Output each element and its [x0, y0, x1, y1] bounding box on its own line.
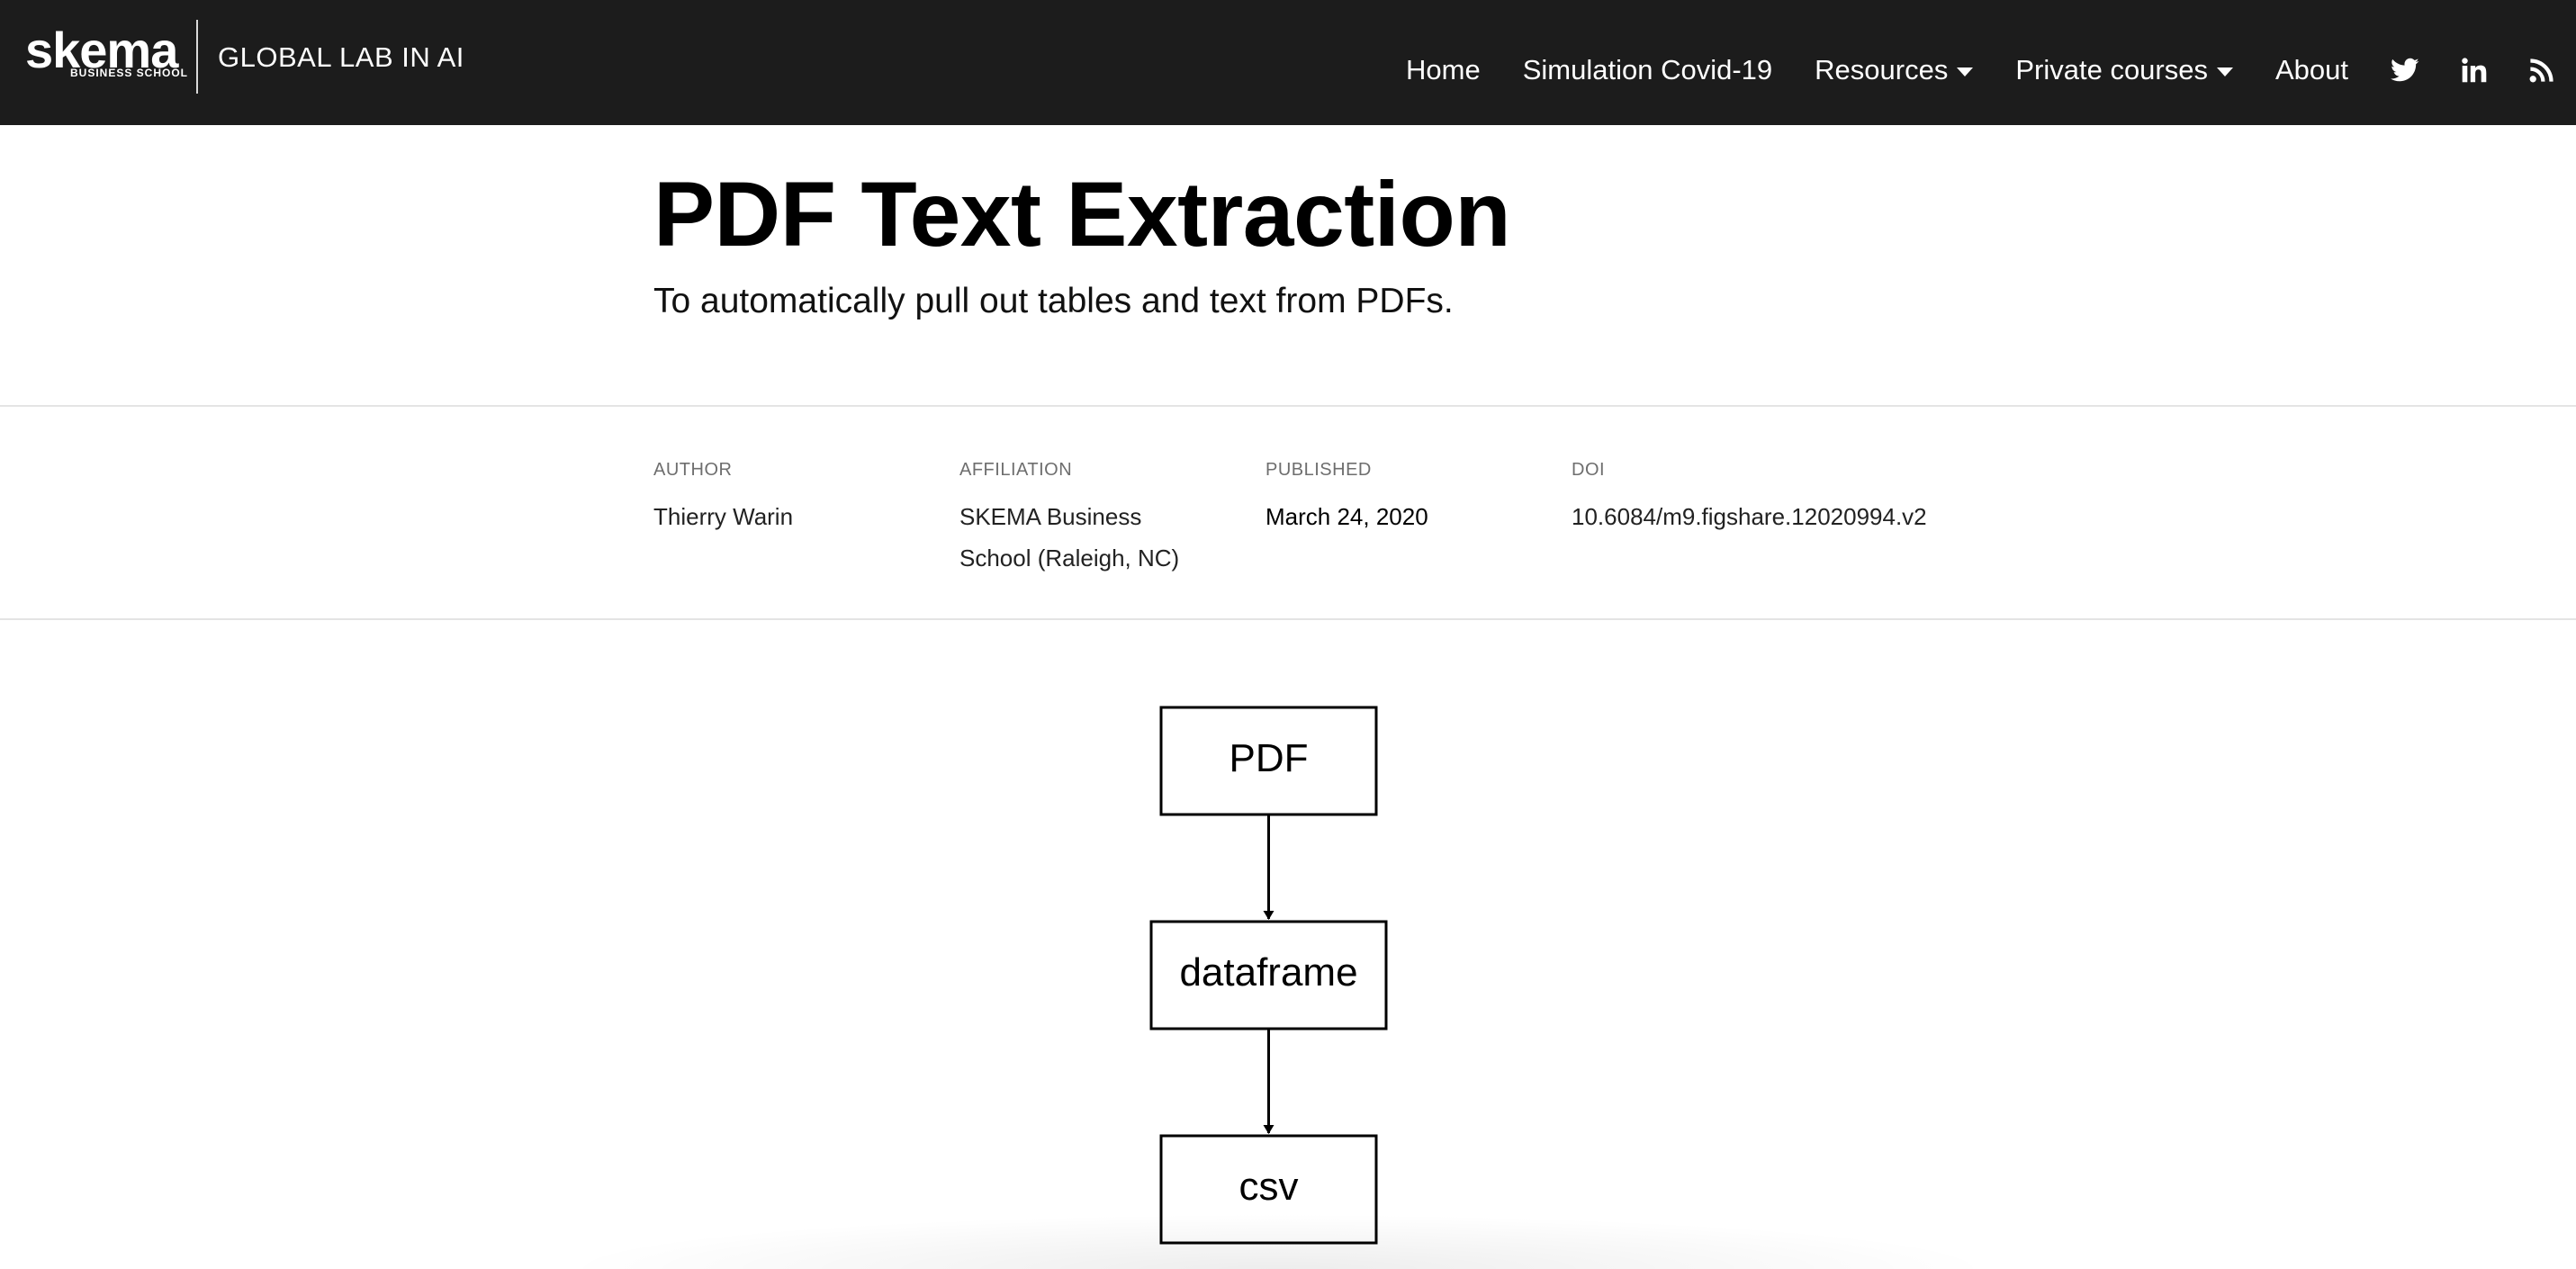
- caret-down-icon: [1957, 68, 1974, 76]
- nav-about-label: About: [2274, 54, 2348, 86]
- byline: AUTHOR Thierry Warin AFFILIATION SKEMA B…: [653, 458, 1927, 579]
- content-card-shadow: [576, 1215, 1980, 1269]
- title-block: PDF Text Extraction To automatically pul…: [653, 158, 1511, 324]
- byline-affiliation: AFFILIATION SKEMA Business School (Ralei…: [959, 458, 1265, 579]
- main-nav: Home Simulation Covid-19 Resources Priva…: [1406, 45, 2576, 95]
- divider-top: [0, 405, 2576, 407]
- doi-label: DOI: [1572, 460, 1606, 480]
- byline-author: AUTHOR Thierry Warin: [653, 458, 959, 579]
- skema-logo-subtitle: BUSINESS SCHOOL: [70, 67, 189, 79]
- nav-home-label: Home: [1406, 54, 1481, 86]
- nav-private-courses-dropdown[interactable]: Private courses: [2015, 52, 2233, 88]
- nav-simulation-covid-label: Simulation Covid-19: [1522, 54, 1773, 86]
- nav-resources-label: Resources: [1815, 54, 1949, 86]
- byline-doi: DOI 10.6084/m9.figshare.12020994.v2: [1572, 458, 1927, 579]
- nav-simulation-covid[interactable]: Simulation Covid-19: [1523, 52, 1772, 88]
- twitter-icon[interactable]: [2391, 58, 2419, 83]
- flow-diagram: PDF dataframe csv: [1149, 706, 1388, 1245]
- node-dataframe-label: dataframe: [1179, 950, 1357, 994]
- nav-resources-dropdown[interactable]: Resources: [1815, 52, 1974, 88]
- published-date: March 24, 2020: [1265, 503, 1428, 530]
- node-dataframe: dataframe: [1149, 920, 1388, 1030]
- byline-published: PUBLISHED March 24, 2020: [1265, 458, 1572, 579]
- caret-down-icon: [2216, 68, 2233, 76]
- nav-home[interactable]: Home: [1406, 52, 1481, 88]
- brand-divider: [196, 20, 198, 94]
- node-pdf: PDF: [1159, 706, 1378, 816]
- published-label: PUBLISHED: [1265, 460, 1372, 480]
- affiliation-line-1: SKEMA Business: [959, 503, 1142, 530]
- linkedin-icon[interactable]: [2462, 58, 2487, 83]
- top-navigation-bar: skema BUSINESS SCHOOL GLOBAL LAB IN AI H…: [0, 0, 2576, 125]
- page-title: PDF Text Extraction: [653, 163, 1511, 266]
- rss-icon[interactable]: [2529, 58, 2554, 83]
- node-csv-label: csv: [1239, 1165, 1299, 1209]
- page-subtitle: To automatically pull out tables and tex…: [653, 282, 1454, 320]
- lab-name[interactable]: GLOBAL LAB IN AI: [218, 40, 464, 76]
- nav-private-courses-label: Private courses: [2015, 54, 2208, 86]
- author-label: AUTHOR: [653, 460, 733, 480]
- node-pdf-label: PDF: [1229, 736, 1309, 780]
- nav-about[interactable]: About: [2275, 52, 2348, 88]
- divider-bottom: [0, 618, 2576, 620]
- author-name: Thierry Warin: [653, 503, 794, 530]
- affiliation-label: AFFILIATION: [959, 460, 1073, 480]
- affiliation-line-2: School (Raleigh, NC): [959, 544, 1180, 572]
- doi-link[interactable]: 10.6084/m9.figshare.12020994.v2: [1572, 496, 1927, 537]
